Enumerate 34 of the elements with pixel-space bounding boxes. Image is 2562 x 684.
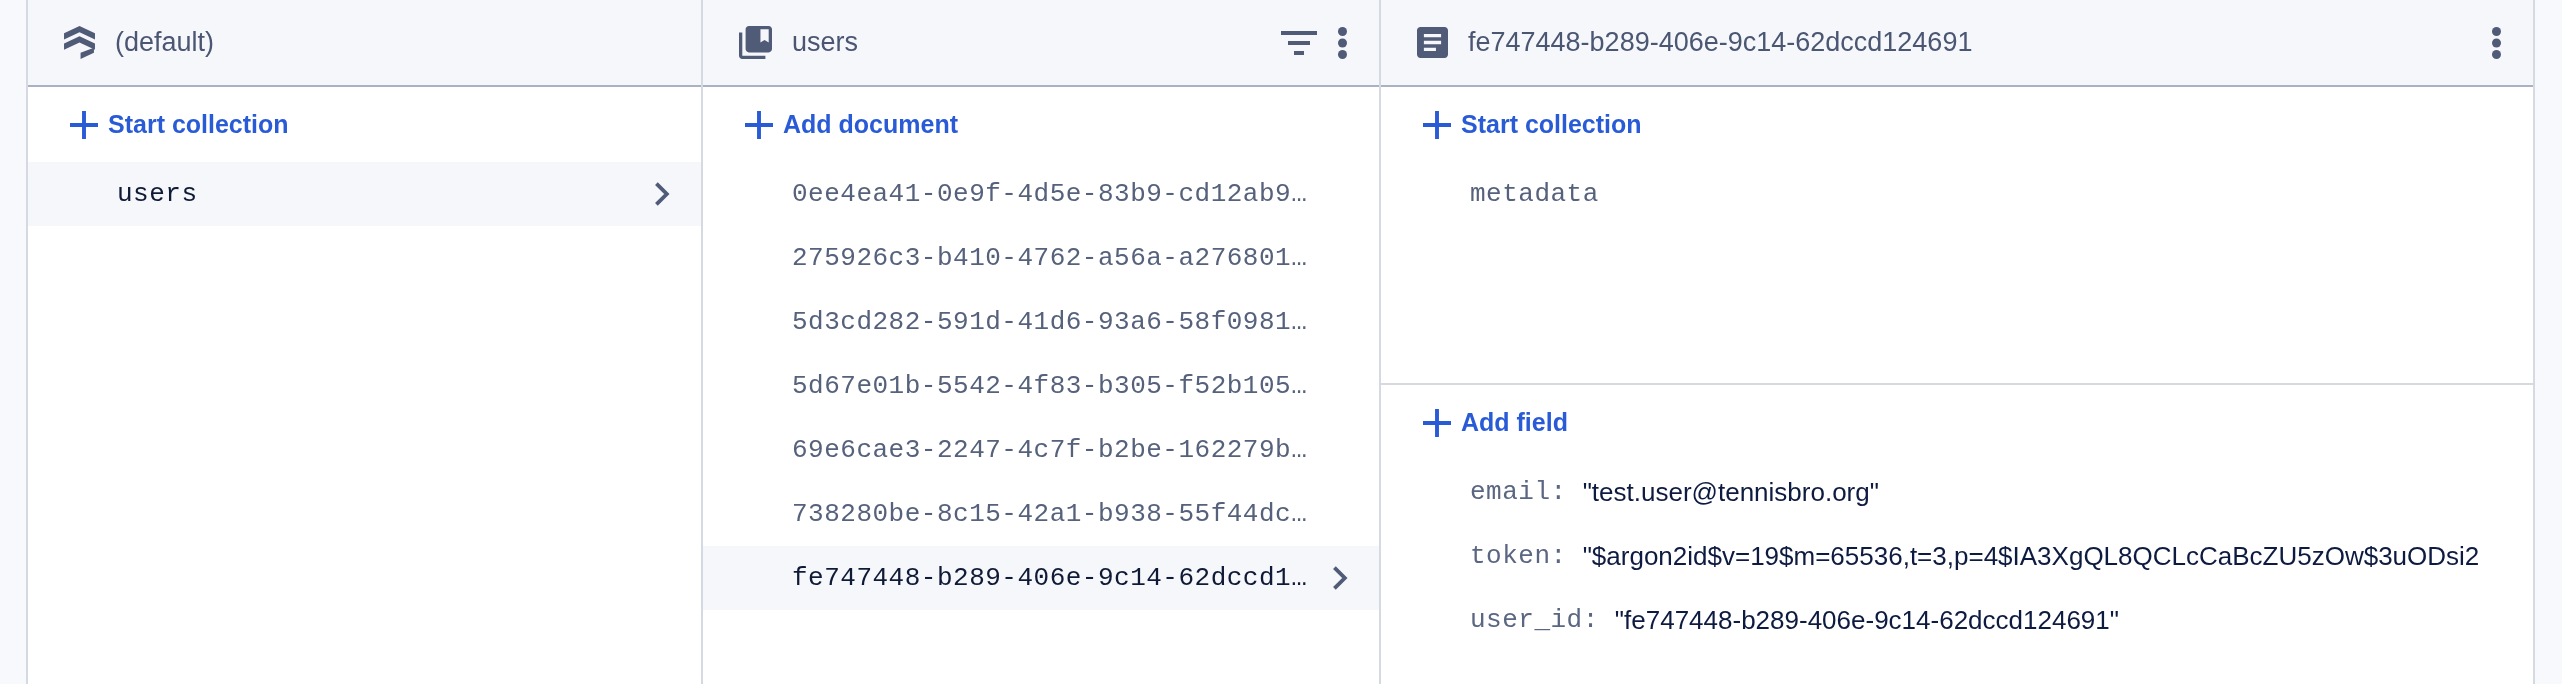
list-item[interactable]: 275926c3-b410-4762-a56a-a276801… bbox=[703, 226, 1379, 290]
add-document-button[interactable]: Add document bbox=[745, 105, 958, 144]
field-key: user_id: bbox=[1470, 600, 1599, 640]
list-item[interactable]: fe747448-b289-406e-9c14-62dccd1… bbox=[703, 546, 1379, 610]
field-key: token: bbox=[1470, 536, 1567, 576]
panel-title: (default) bbox=[115, 26, 215, 60]
add-field-button[interactable]: Add field bbox=[1423, 403, 1568, 442]
list-item[interactable]: 5d67e01b-5542-4f83-b305-f52b105… bbox=[703, 354, 1379, 418]
stacked-layers-icon bbox=[64, 26, 95, 59]
bookmark-stack-icon bbox=[739, 26, 772, 59]
start-collection-button[interactable]: Start collection bbox=[1423, 105, 1642, 144]
list-item[interactable]: 5d3cd282-591d-41d6-93a6-58f0981… bbox=[703, 290, 1379, 354]
start-collection-button[interactable]: Start collection bbox=[70, 105, 289, 144]
plus-icon bbox=[745, 110, 773, 139]
filter-icon[interactable] bbox=[1281, 30, 1317, 55]
more-vertical-icon[interactable] bbox=[2492, 26, 2501, 59]
list-item[interactable]: users bbox=[28, 162, 701, 226]
chevron-right-icon bbox=[654, 181, 670, 207]
document-icon bbox=[1417, 27, 1448, 58]
field-value: "$argon2id$v=19$m=65536,t=3,p=4$IA3XgQL8QCLcCaBcZU5zOw$3uODsi2 bbox=[1582, 539, 2480, 573]
field-value: "test.user@tennisbro.org" bbox=[1582, 475, 1879, 509]
plus-icon bbox=[1423, 110, 1451, 139]
plus-icon bbox=[70, 110, 98, 139]
chevron-right-icon bbox=[1332, 565, 1348, 591]
more-vertical-icon[interactable] bbox=[1338, 26, 1347, 59]
list-item[interactable]: 69e6cae3-2247-4c7f-b2be-162279b… bbox=[703, 418, 1379, 482]
list-item[interactable]: 738280be-8c15-42a1-b938-55f44dc… bbox=[703, 482, 1379, 546]
list-item[interactable]: 0ee4ea41-0e9f-4d5e-83b9-cd12ab9… bbox=[703, 162, 1379, 226]
panel-title: fe747448-b289-406e-9c14-62dccd124691 bbox=[1468, 26, 1973, 60]
panel-title: users bbox=[792, 26, 859, 60]
list-item[interactable]: metadata bbox=[1381, 162, 2533, 226]
field-key: email: bbox=[1470, 472, 1567, 512]
plus-icon bbox=[1423, 408, 1451, 437]
field-value: "fe747448-b289-406e-9c14-62dccd124691" bbox=[1614, 603, 2120, 637]
